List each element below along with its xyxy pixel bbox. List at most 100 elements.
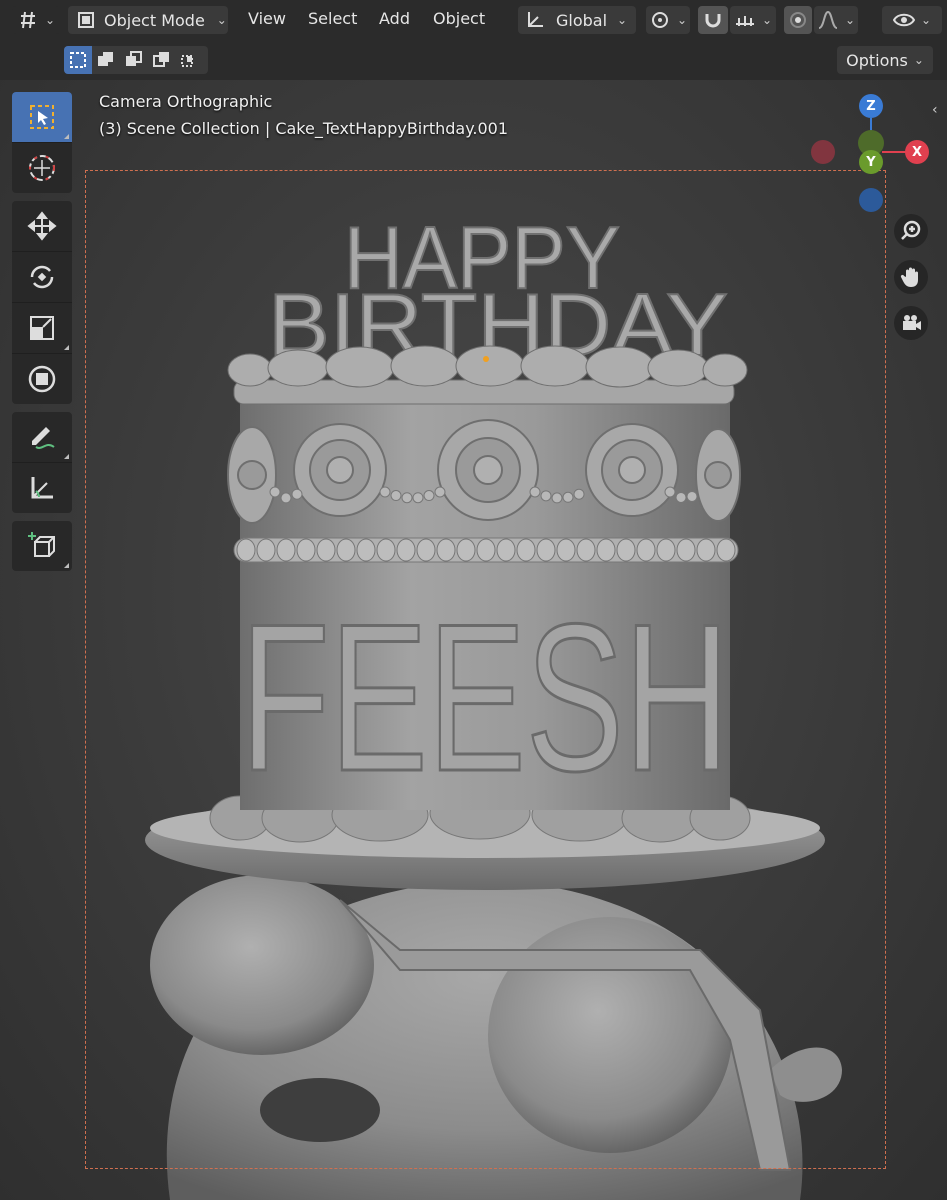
pearl	[675, 491, 687, 503]
rose	[227, 426, 277, 524]
mode-label: Object Mode	[104, 10, 205, 30]
middle-beads	[236, 538, 736, 562]
pearl	[664, 486, 676, 498]
options-label: Options	[846, 50, 908, 70]
editor-type-button[interactable]: ⌄	[12, 6, 60, 34]
scale-tool[interactable]	[12, 303, 72, 354]
bead	[276, 538, 296, 562]
pearl	[529, 486, 541, 498]
chevron-down-icon: ⌄	[913, 53, 924, 67]
bead	[336, 538, 356, 562]
bead	[256, 538, 276, 562]
object-info: (3) Scene Collection | Cake_TextHappyBir…	[99, 119, 508, 138]
bead	[436, 538, 456, 562]
pearl	[423, 490, 435, 502]
gizmo-y-label: Y	[866, 154, 876, 170]
annotate-tool[interactable]	[12, 412, 72, 463]
chevron-down-icon: ⌄	[216, 13, 227, 27]
bead	[456, 538, 476, 562]
bead	[656, 538, 676, 562]
select-new-button[interactable]	[64, 46, 92, 74]
sidebar-toggle-arrow-icon[interactable]: ‹	[932, 102, 938, 118]
menu-add[interactable]: Add	[379, 9, 410, 28]
rose	[293, 423, 387, 517]
character-hole	[260, 1078, 380, 1142]
gizmo-z-label: Z	[866, 98, 876, 114]
visibility-dropdown[interactable]: ⌄	[882, 6, 942, 34]
select-difference-icon	[153, 52, 169, 67]
bead	[636, 538, 656, 562]
pivot-point-dropdown[interactable]: ⌄	[646, 6, 690, 34]
rotate-tool[interactable]	[12, 252, 72, 303]
gizmo-neg-x-axis[interactable]	[811, 140, 835, 164]
gizmo-x-axis[interactable]: X	[905, 140, 929, 164]
menu-select[interactable]: Select	[308, 9, 357, 28]
select-extend-icon	[98, 52, 113, 66]
transform-icon	[28, 365, 56, 393]
bead	[596, 538, 616, 562]
tool-shelf	[12, 92, 72, 579]
measure-tool[interactable]	[12, 463, 72, 513]
menu-view[interactable]: View	[248, 9, 286, 28]
bead	[696, 538, 716, 562]
select-difference-button[interactable]	[148, 46, 176, 74]
pearl	[269, 486, 281, 498]
selection-mode-group	[64, 46, 208, 74]
select-extend-button[interactable]	[92, 46, 120, 74]
bead	[296, 538, 316, 562]
gizmo-x-line	[882, 151, 906, 153]
add-cube-tool[interactable]	[12, 521, 72, 571]
add-cube-icon	[28, 532, 55, 557]
bead	[236, 538, 256, 562]
tool-group-annotate	[12, 412, 72, 513]
annotate-pencil-icon	[32, 427, 55, 449]
gizmo-z-axis[interactable]: Z	[859, 94, 883, 118]
snap-toggle[interactable]	[698, 6, 728, 34]
select-box-icon	[30, 105, 54, 129]
rose	[695, 428, 741, 522]
mode-dropdown[interactable]: Object Mode ⌄	[68, 6, 228, 34]
bead	[476, 538, 496, 562]
eye-icon	[892, 13, 915, 27]
pearl	[540, 490, 552, 502]
top-frosting	[227, 345, 748, 388]
proportional-edit-toggle[interactable]	[784, 6, 812, 34]
cursor-icon	[29, 155, 55, 181]
select-box-tool[interactable]	[12, 92, 72, 143]
select-subtract-button[interactable]	[120, 46, 148, 74]
bead	[576, 538, 596, 562]
pearl	[573, 488, 585, 500]
falloff-dropdown[interactable]: ⌄	[814, 6, 858, 34]
zoom-button[interactable]	[894, 214, 928, 248]
transform-tool[interactable]	[12, 354, 72, 404]
pearl	[551, 492, 563, 504]
cursor-tool[interactable]	[12, 143, 72, 193]
bead	[556, 538, 576, 562]
gizmo-neg-z-axis[interactable]	[859, 188, 883, 212]
bead	[416, 538, 436, 562]
hand-icon	[900, 267, 918, 287]
move-tool[interactable]	[12, 201, 72, 252]
camera-view-button[interactable]	[894, 306, 928, 340]
options-dropdown[interactable]: Options ⌄	[837, 46, 933, 74]
snap-target-dropdown[interactable]: ⌄	[730, 6, 776, 34]
bead	[676, 538, 696, 562]
pearl	[379, 486, 391, 498]
bead	[316, 538, 336, 562]
orientation-icon	[528, 12, 543, 27]
pearl	[434, 486, 446, 498]
bead	[376, 538, 396, 562]
pan-button[interactable]	[894, 260, 928, 294]
object-mode-icon	[78, 12, 94, 28]
select-intersect-button[interactable]	[176, 46, 204, 74]
pearl	[280, 492, 292, 504]
pearl	[291, 488, 303, 500]
select-intersect-icon	[181, 55, 193, 67]
menu-object[interactable]: Object	[433, 9, 485, 28]
zoom-magnifier-icon	[901, 220, 921, 240]
3d-viewport[interactable]: FEESH HAPPY BIRTHDAY Camera Orthographic…	[0, 80, 947, 1200]
tool-group-select	[12, 92, 72, 193]
transform-orientation-dropdown[interactable]: Global ⌄	[518, 6, 636, 34]
gizmo-y-axis[interactable]: Y	[859, 150, 883, 174]
rose	[437, 419, 539, 521]
